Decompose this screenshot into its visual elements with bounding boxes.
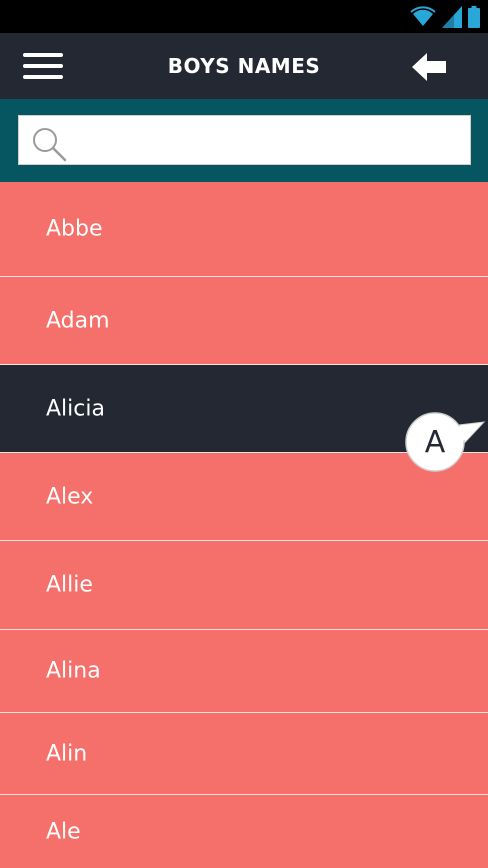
list-item-label: Adam (46, 308, 110, 333)
search-icon (33, 128, 67, 162)
search-input[interactable] (79, 122, 463, 160)
list-item-label: Alina (46, 658, 101, 684)
list-item[interactable]: Abbe (0, 182, 488, 277)
list-item[interactable]: Allie (0, 541, 488, 630)
list-item[interactable]: Alin (0, 713, 488, 795)
search-box[interactable] (18, 115, 471, 165)
back-button[interactable] (412, 53, 448, 81)
list-item-label: Abbe (46, 216, 103, 242)
app-header: BOYS NAMES (0, 33, 488, 99)
annotation-callout: A (404, 412, 488, 474)
callout-bubble-icon: A (405, 412, 486, 472)
wifi-icon (410, 6, 436, 26)
list-item[interactable]: Alina (0, 630, 488, 713)
list-item-label: Alex (46, 484, 94, 509)
status-icons (410, 4, 480, 28)
list-item-label: Ale (46, 819, 81, 844)
search-bar (0, 99, 488, 182)
list-item-label: Alicia (46, 396, 105, 421)
battery-icon (468, 6, 480, 28)
back-arrow-icon (412, 53, 446, 81)
list-item[interactable]: Adam (0, 277, 488, 365)
status-bar (0, 0, 488, 33)
list-item-label: Alin (46, 741, 88, 766)
list-item-label: Allie (46, 572, 93, 598)
list-item[interactable]: Ale (0, 795, 488, 868)
callout-label: A (425, 425, 446, 460)
signal-icon (442, 6, 462, 28)
